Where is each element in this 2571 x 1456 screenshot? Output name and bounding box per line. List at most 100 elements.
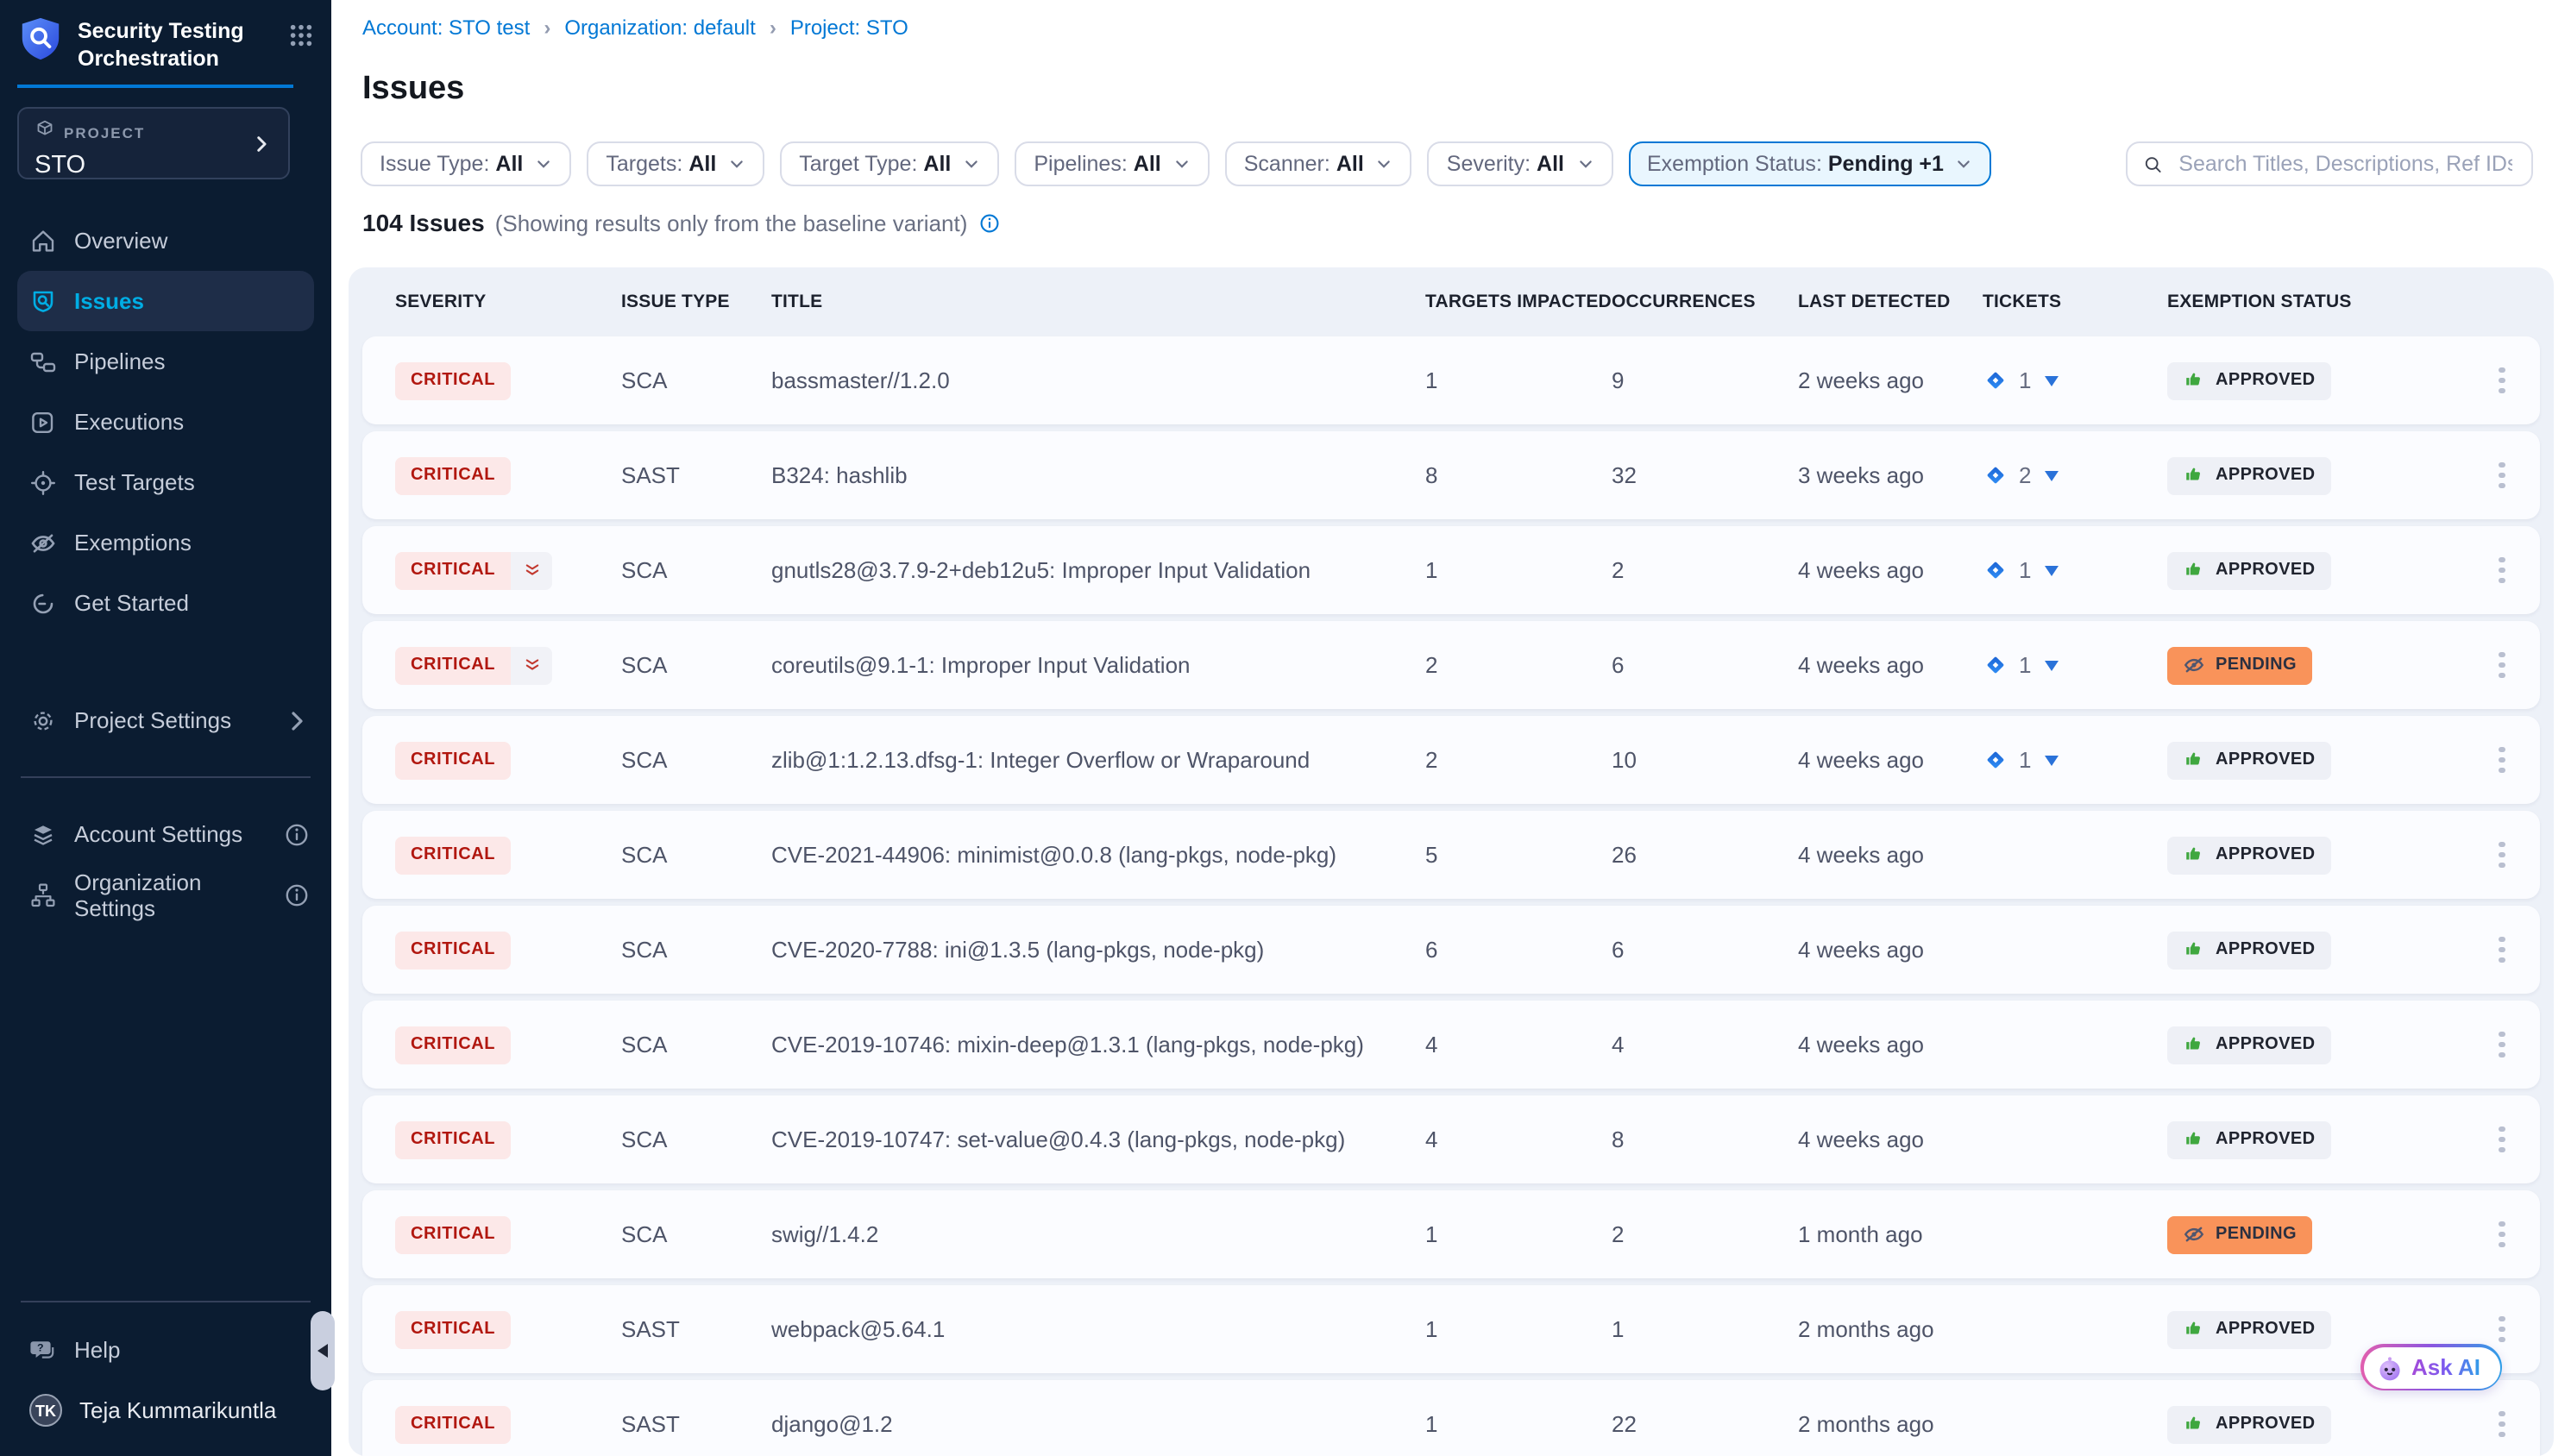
progress-circle-icon (29, 589, 57, 617)
table-row[interactable]: CRITICAL SCA coreutils@9.1-1: Improper I… (362, 621, 2540, 709)
table-row[interactable]: CRITICAL SCA CVE-2021-44906: minimist@0.… (362, 811, 2540, 899)
table-row[interactable]: CRITICAL SCA swig//1.4.2 1 2 1 month ago… (362, 1190, 2540, 1278)
col-severity: SEVERITY (395, 292, 621, 312)
targets-impacted-value: 4 (1425, 1127, 1612, 1152)
issue-title: django@1.2 (771, 1411, 1425, 1437)
info-icon[interactable] (283, 820, 311, 848)
project-name: STO (35, 152, 274, 179)
row-menu-button[interactable] (2485, 1024, 2519, 1065)
sidebar-item-overview[interactable]: Overview (0, 210, 331, 271)
col-occurrences: OCCURRENCES (1612, 292, 1798, 312)
sidebar-collapse-handle[interactable] (311, 1311, 335, 1390)
divider (21, 776, 311, 778)
issue-type: SCA (621, 367, 771, 393)
thumbs-up-icon (2183, 1413, 2205, 1435)
ticket-caret-icon[interactable] (2045, 660, 2059, 670)
row-menu-button[interactable] (2485, 1309, 2519, 1350)
targets-impacted-value: 5 (1425, 842, 1612, 868)
filter-target-type[interactable]: Target Type All (780, 141, 999, 186)
filter-severity[interactable]: Severity All (1428, 141, 1612, 186)
filter-pipelines[interactable]: Pipelines All (1015, 141, 1209, 186)
ticket-link[interactable]: 1 (1983, 557, 2167, 583)
ask-ai-button[interactable]: Ask AI (2360, 1344, 2502, 1390)
severity-badge: CRITICAL (395, 1405, 511, 1443)
breadcrumb-org-link[interactable]: Organization: default (564, 16, 756, 40)
sidebar-item-get-started[interactable]: Get Started (0, 573, 331, 633)
exemption-status-badge: APPROVED (2167, 361, 2330, 399)
project-selector[interactable]: PROJECT STO (17, 107, 290, 179)
ticket-count: 2 (2019, 462, 2031, 488)
sidebar-item-organization-settings[interactable]: Organization Settings (0, 864, 331, 925)
app-title: Security Testing Orchestration (78, 16, 274, 73)
issue-type: SAST (621, 1316, 771, 1342)
table-row[interactable]: CRITICAL SCA CVE-2020-7788: ini@1.3.5 (l… (362, 906, 2540, 994)
row-menu-button[interactable] (2485, 929, 2519, 970)
breadcrumb-account-link[interactable]: Account: STO test (362, 16, 530, 40)
thumbs-up-icon (2183, 559, 2205, 581)
user-menu[interactable]: TK Teja Kummarikuntla (0, 1380, 331, 1440)
table-row[interactable]: CRITICAL SCA zlib@1:1.2.13.dfsg-1: Integ… (362, 716, 2540, 804)
last-detected-value: 4 weeks ago (1798, 937, 1983, 963)
ticket-link[interactable]: 1 (1983, 652, 2167, 678)
info-icon[interactable] (977, 211, 1000, 234)
table-row[interactable]: CRITICAL SAST django@1.2 1 22 2 months a… (362, 1380, 2540, 1456)
chevron-right-icon (283, 706, 311, 734)
issue-type: SCA (621, 937, 771, 963)
exemption-status-badge: PENDING (2167, 1215, 2312, 1253)
ticket-link[interactable]: 1 (1983, 367, 2167, 393)
row-menu-button[interactable] (2485, 739, 2519, 781)
search-box[interactable] (2126, 141, 2533, 186)
module-grid-icon[interactable] (288, 22, 314, 57)
table-row[interactable]: CRITICAL SCA CVE-2019-10746: mixin-deep@… (362, 1001, 2540, 1089)
table-row[interactable]: CRITICAL SCA CVE-2019-10747: set-value@0… (362, 1095, 2540, 1183)
table-row[interactable]: CRITICAL SCA bassmaster//1.2.0 1 9 2 wee… (362, 336, 2540, 424)
ticket-link[interactable]: 2 (1983, 462, 2167, 488)
occurrences-value: 9 (1612, 367, 1798, 393)
ticket-caret-icon[interactable] (2045, 375, 2059, 386)
row-menu-button[interactable] (2485, 1403, 2519, 1445)
row-menu-button[interactable] (2485, 1119, 2519, 1160)
table-row[interactable]: CRITICAL SAST webpack@5.64.1 1 1 2 month… (362, 1285, 2540, 1373)
sidebar-item-account-settings[interactable]: Account Settings (0, 804, 331, 864)
row-menu-button[interactable] (2485, 360, 2519, 401)
table-row[interactable]: CRITICAL SCA gnutls28@3.7.9-2+deb12u5: I… (362, 526, 2540, 614)
search-input[interactable] (2175, 150, 2516, 178)
filter-targets[interactable]: Targets All (587, 141, 764, 186)
filter-issue-type[interactable]: Issue Type All (361, 141, 571, 186)
help-button[interactable]: ? Help (0, 1320, 331, 1380)
row-menu-button[interactable] (2485, 834, 2519, 875)
col-tickets: TICKETS (1983, 292, 2167, 312)
row-menu-button[interactable] (2485, 644, 2519, 686)
exemption-status-badge: APPROVED (2167, 1026, 2330, 1064)
table-row[interactable]: CRITICAL SAST B324: hashlib 8 32 3 weeks… (362, 431, 2540, 519)
sidebar-item-pipelines[interactable]: Pipelines (0, 331, 331, 392)
filter-bar: Issue Type All Targets All Target Type A… (361, 141, 1992, 186)
row-menu-button[interactable] (2485, 455, 2519, 496)
info-icon[interactable] (283, 881, 311, 908)
thumbs-up-icon (2183, 844, 2205, 866)
severity-badge: CRITICAL (395, 456, 511, 494)
sidebar-item-executions[interactable]: Executions (0, 392, 331, 452)
target-icon (29, 468, 57, 496)
row-menu-button[interactable] (2485, 549, 2519, 591)
last-detected-value: 3 weeks ago (1798, 462, 1983, 488)
row-menu-button[interactable] (2485, 1214, 2519, 1255)
sidebar-item-exemptions[interactable]: Exemptions (0, 512, 331, 573)
col-targets-impacted: TARGETS IMPACTED (1425, 292, 1612, 312)
ticket-link[interactable]: 1 (1983, 747, 2167, 773)
sidebar-item-project-settings[interactable]: Project Settings (0, 690, 331, 750)
org-chart-gear-icon (29, 881, 57, 908)
filter-exemption-status[interactable]: Exemption Status Pending +1 (1628, 141, 1992, 186)
eye-off-icon (2183, 654, 2205, 676)
filter-scanner[interactable]: Scanner All (1225, 141, 1412, 186)
sidebar-item-test-targets[interactable]: Test Targets (0, 452, 331, 512)
breadcrumb-project-link[interactable]: Project: STO (790, 16, 908, 40)
issues-table: SEVERITY ISSUE TYPE TITLE TARGETS IMPACT… (349, 267, 2554, 1456)
jira-icon (1983, 367, 2008, 393)
ticket-caret-icon[interactable] (2045, 470, 2059, 480)
sidebar-item-issues[interactable]: Issues (17, 271, 314, 331)
ticket-count: 1 (2019, 367, 2031, 393)
ticket-caret-icon[interactable] (2045, 565, 2059, 575)
ticket-caret-icon[interactable] (2045, 755, 2059, 765)
occurrences-value: 6 (1612, 652, 1798, 678)
